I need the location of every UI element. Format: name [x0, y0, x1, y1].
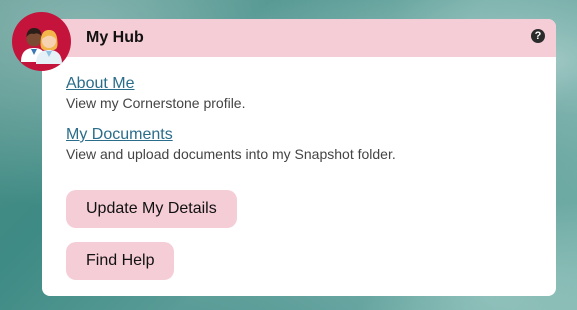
about-me-section: About Me View my Cornerstone profile.	[66, 74, 540, 112]
people-icon	[12, 12, 71, 71]
question-circle-icon[interactable]: ?	[531, 29, 545, 43]
card-title: My Hub	[86, 29, 144, 46]
find-help-button[interactable]: Find Help	[66, 242, 175, 280]
my-hub-card: My Hub ? About Me View my Cornerstone pr…	[42, 19, 556, 296]
my-documents-section: My Documents View and upload documents i…	[66, 125, 540, 163]
card-content: About Me View my Cornerstone profile. My…	[66, 74, 540, 176]
my-documents-link[interactable]: My Documents	[66, 125, 173, 145]
people-icon-graphic	[21, 28, 62, 64]
my-documents-description: View and upload documents into my Snapsh…	[66, 146, 396, 162]
about-me-description: View my Cornerstone profile.	[66, 95, 246, 111]
about-me-link[interactable]: About Me	[66, 74, 134, 94]
card-header: My Hub ?	[42, 19, 556, 57]
update-my-details-button[interactable]: Update My Details	[66, 190, 237, 228]
